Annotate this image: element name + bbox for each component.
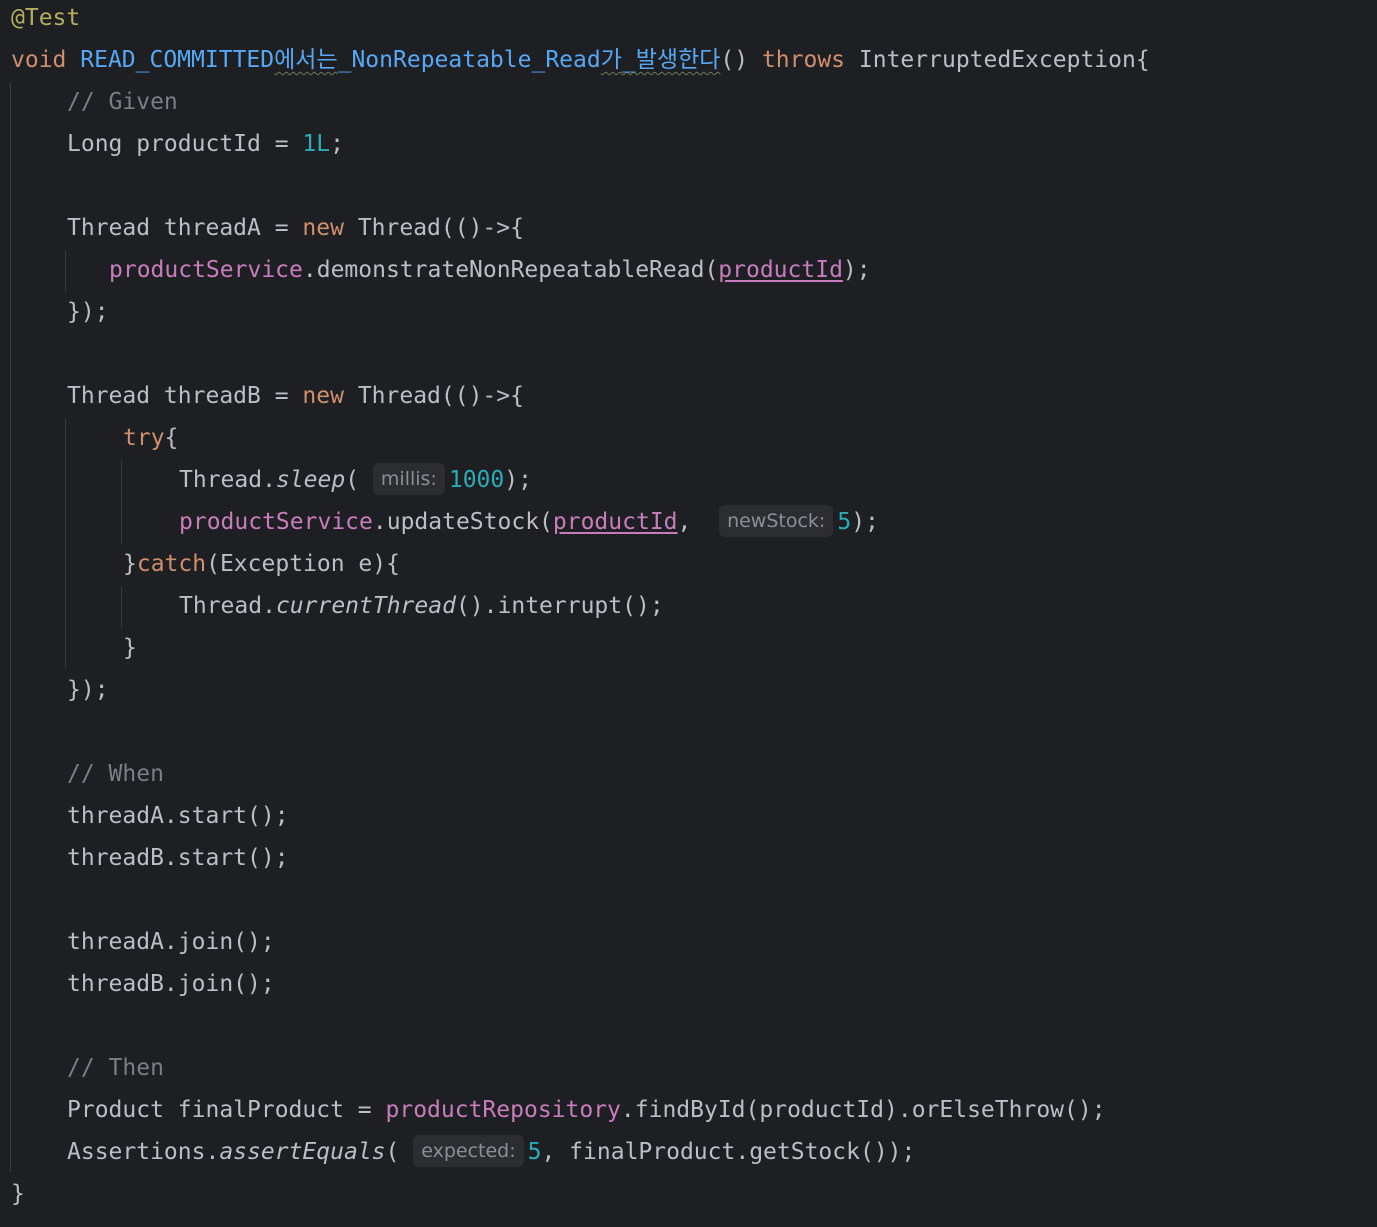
assertions-class-ref: Assertions. xyxy=(67,1139,220,1165)
open-paren: ( xyxy=(385,1139,400,1165)
expected-value: 5 xyxy=(527,1139,542,1165)
code-line-threadA-start[interactable]: threadA.start(); xyxy=(0,795,1377,837)
final-product-declaration: Product finalProduct = xyxy=(67,1097,386,1123)
threadB-join: threadB.join(); xyxy=(67,971,275,997)
stock-value: 5 xyxy=(837,509,852,535)
catch-keyword: catch xyxy=(136,551,207,577)
inlay-hint-new-stock: newStock: xyxy=(719,505,834,537)
code-line-annotation[interactable]: @Test xyxy=(0,0,1377,39)
throws-keyword: throws xyxy=(761,47,846,73)
code-line-comment-given[interactable]: // Given xyxy=(0,81,1377,123)
threadA-join: threadA.join(); xyxy=(67,929,275,955)
demo-method-call: .demonstrateNonRepeatableRead( xyxy=(302,257,719,283)
inlay-hint-expected: expected: xyxy=(413,1135,524,1167)
void-keyword: void xyxy=(11,47,67,73)
threadB-declaration: Thread threadB = xyxy=(67,383,303,409)
comment-then: // Then xyxy=(67,1055,164,1081)
code-line-sleep[interactable]: Thread.sleep( millis: 1000); xyxy=(0,459,1377,501)
comment-when: // When xyxy=(67,761,164,787)
open-paren: ( xyxy=(345,467,360,493)
code-line-threadB-decl[interactable]: Thread threadB = new Thread(()->{ xyxy=(0,375,1377,417)
code-line-comment-when[interactable]: // When xyxy=(0,753,1377,795)
sleep-method: sleep xyxy=(275,467,346,493)
code-editor[interactable]: @Test void READ_COMMITTED에서는_NonRepeatab… xyxy=(0,0,1377,1227)
thread-class-ref: Thread. xyxy=(179,593,276,619)
method-name-part4-typo-warning: 가_발생한다 xyxy=(600,47,721,73)
semicolon: ; xyxy=(330,131,344,157)
thread-lambda-open: Thread(()->{ xyxy=(357,215,524,241)
exception-type: InterruptedException{ xyxy=(858,47,1150,73)
threadA-start: threadA.start(); xyxy=(67,803,289,829)
code-line-threadB-start[interactable]: threadB.start(); xyxy=(0,837,1377,879)
threadB-start: threadB.start(); xyxy=(67,845,289,871)
method-parens: () xyxy=(720,47,749,73)
code-line-method-signature[interactable]: void READ_COMMITTED에서는_NonRepeatable_Rea… xyxy=(0,39,1377,81)
new-keyword: new xyxy=(302,383,344,409)
long-literal: 1L xyxy=(302,131,331,157)
code-line-assert-equals[interactable]: Assertions.assertEquals( expected: 5, fin… xyxy=(0,1131,1377,1173)
catch-args: (Exception e){ xyxy=(206,551,400,577)
close-call: ); xyxy=(851,509,879,535)
new-keyword: new xyxy=(302,215,344,241)
code-line-demo-call[interactable]: productService.demonstrateNonRepeatableR… xyxy=(0,249,1377,291)
method-name-part3: _NonRepeatable_Read xyxy=(337,47,601,73)
open-brace: { xyxy=(164,425,179,451)
product-repository-field: productRepository xyxy=(385,1097,621,1123)
code-line-catch[interactable]: }catch(Exception e){ xyxy=(0,543,1377,585)
product-id-param: productId xyxy=(718,257,843,283)
code-line-catch-close[interactable]: } xyxy=(0,627,1377,669)
long-declaration: Long productId = xyxy=(67,131,303,157)
update-stock-call: .updateStock( xyxy=(372,509,553,535)
lambda-close: }); xyxy=(67,299,109,325)
comment-given: // Given xyxy=(67,89,178,115)
code-line-comment-then[interactable]: // Then xyxy=(0,1047,1377,1089)
code-line-product-id[interactable]: Long productId = 1L; xyxy=(0,123,1377,165)
find-by-id-call: .findById(productId).orElseThrow(); xyxy=(620,1097,1106,1123)
get-stock-call: , finalProduct.getStock()); xyxy=(541,1139,916,1165)
code-line-threadA-join[interactable]: threadA.join(); xyxy=(0,921,1377,963)
code-line-threadA-close[interactable]: }); xyxy=(0,291,1377,333)
comma: , xyxy=(677,509,706,535)
code-line-threadB-join[interactable]: threadB.join(); xyxy=(0,963,1377,1005)
close-call: ); xyxy=(504,467,532,493)
code-line-update-stock[interactable]: productService.updateStock(productId, ne… xyxy=(0,501,1377,543)
thread-lambda-open: Thread(()->{ xyxy=(357,383,524,409)
threadA-declaration: Thread threadA = xyxy=(67,215,303,241)
product-service-field: productService xyxy=(109,257,303,283)
assert-equals-method: assertEquals xyxy=(219,1139,386,1165)
lambda-close: }); xyxy=(67,677,109,703)
product-id-param: productId xyxy=(552,509,678,535)
code-line-threadA-decl[interactable]: Thread threadA = new Thread(()->{ xyxy=(0,207,1377,249)
interrupt-call: ().interrupt(); xyxy=(455,593,664,619)
method-name-part2-typo-warning: 에서는 xyxy=(274,47,338,73)
thread-class-ref: Thread. xyxy=(179,467,276,493)
method-close-brace: } xyxy=(11,1181,25,1207)
sleep-value: 1000 xyxy=(448,467,505,493)
product-service-field: productService xyxy=(179,509,373,535)
try-close-brace: } xyxy=(123,551,137,577)
code-line-interrupt[interactable]: Thread.currentThread().interrupt(); xyxy=(0,585,1377,627)
current-thread-method: currentThread xyxy=(275,593,456,619)
test-annotation: @Test xyxy=(11,5,81,31)
code-line-method-close[interactable]: } xyxy=(0,1173,1377,1215)
inlay-hint-millis: millis: xyxy=(372,463,445,495)
catch-close-brace: } xyxy=(123,635,137,661)
try-keyword: try xyxy=(123,425,165,451)
method-name-part1: READ_COMMITTED xyxy=(80,47,275,73)
code-line-final-product[interactable]: Product finalProduct = productRepository… xyxy=(0,1089,1377,1131)
code-line-try[interactable]: try{ xyxy=(0,417,1377,459)
close-call: ); xyxy=(842,257,871,283)
code-line-threadB-close[interactable]: }); xyxy=(0,669,1377,711)
